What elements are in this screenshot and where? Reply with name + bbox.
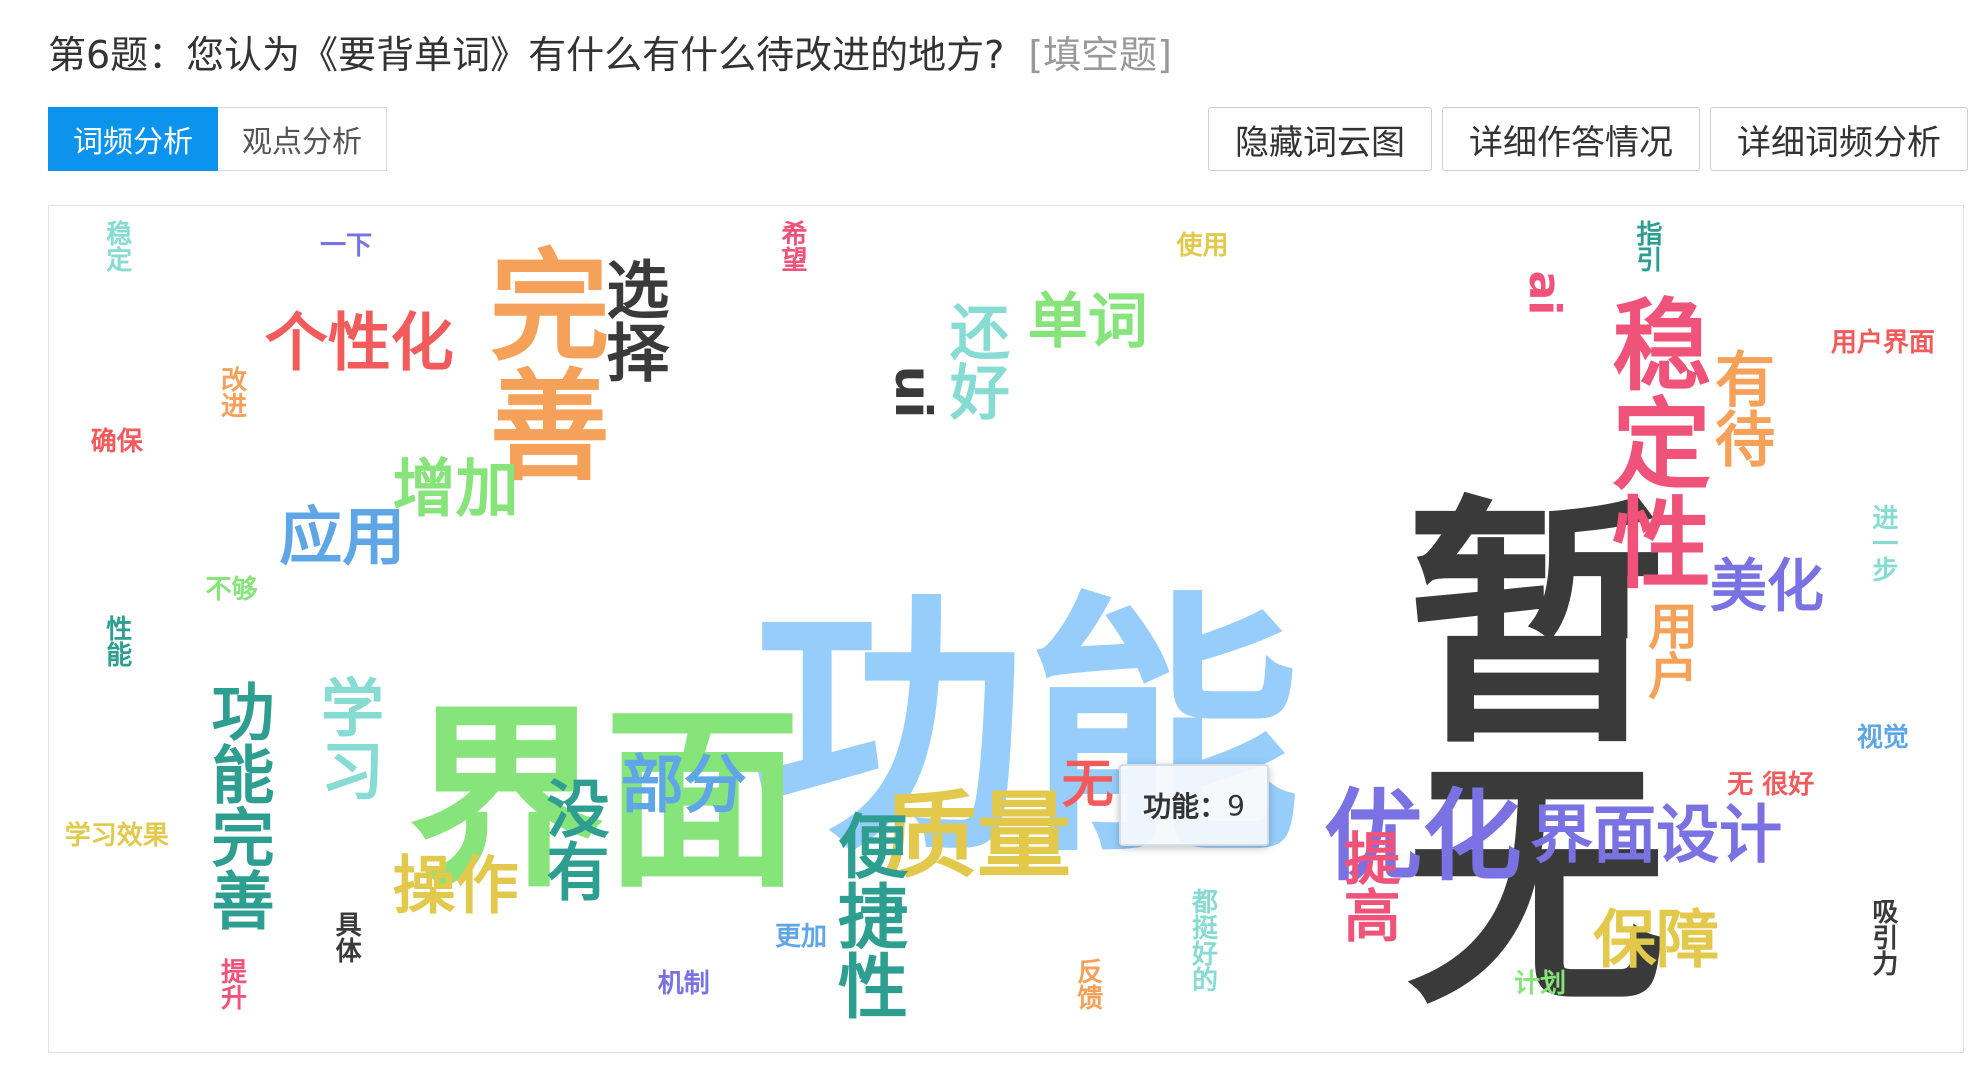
word-cloud-term[interactable]: 用户 [1640, 600, 1698, 700]
word-cloud-term[interactable]: 提高 [1334, 829, 1400, 943]
word-cloud-term[interactable]: 更加 [775, 924, 827, 950]
tooltip-word-label: 功能： [1143, 790, 1228, 823]
word-cloud-term[interactable]: 用户界面 [1831, 330, 1935, 356]
word-cloud-term[interactable]: 界面设计 [1530, 803, 1782, 866]
word-cloud-term[interactable]: 指引 [1632, 220, 1662, 272]
word-cloud-term[interactable]: 部分 [621, 753, 747, 816]
word-cloud-term[interactable]: 还好 [939, 301, 1009, 421]
word-cloud-term[interactable]: 学习 [311, 675, 384, 801]
tooltip-count: 9 [1227, 788, 1245, 822]
question-title: 第6题：您认为《要背单词》有什么有什么待改进的地方? [48, 33, 1005, 77]
word-cloud-term[interactable]: 个性化 [265, 312, 454, 375]
word-cloud-term[interactable]: 确保 [91, 429, 143, 455]
word-cloud-term[interactable]: 都挺好的 [1188, 888, 1218, 992]
word-cloud-term[interactable]: 性能 [102, 615, 132, 667]
word-cloud-term[interactable]: 单词 [1028, 292, 1148, 352]
word-tooltip: 功能： 9 [1119, 764, 1269, 846]
word-cloud-term[interactable]: 操作 [393, 854, 519, 917]
word-cloud-term[interactable]: 无 [1062, 759, 1114, 811]
detailed-frequency-button[interactable]: 详细词频分析 [1710, 107, 1968, 171]
word-cloud-term[interactable]: 应用 [279, 506, 405, 569]
word-cloud-term[interactable]: 完善 [469, 243, 608, 483]
word-cloud-term[interactable]: 不够 [205, 577, 257, 603]
word-cloud-term[interactable]: 学习效果 [65, 823, 169, 849]
word-cloud-term[interactable]: 保障 [1593, 908, 1719, 971]
word-cloud-term[interactable]: 改进 [216, 366, 246, 418]
word-cloud-panel: 功能 暂无 界面 完善 稳定性 优化 质量 便捷性 个性化 选择 单词 还好 有待 界面设计 功能完善 增加应… [48, 205, 1964, 1053]
word-cloud-term[interactable]: 吸引力 [1868, 898, 1898, 976]
word-cloud-term[interactable]: 无 很好 [1727, 772, 1814, 798]
tab-opinion-analysis[interactable]: 观点分析 [218, 107, 387, 171]
word-cloud-term[interactable]: 稳定性 [1595, 293, 1710, 590]
word-cloud-term[interactable]: 美化 [1710, 558, 1824, 615]
word-cloud-term[interactable]: 稳定 [102, 220, 132, 272]
word-cloud-term[interactable]: 反馈 [1073, 958, 1103, 1010]
word-cloud-term[interactable]: 计划 [1514, 971, 1566, 997]
word-cloud-term[interactable]: 一下 [320, 233, 372, 259]
word-cloud-term[interactable]: 有待 [1705, 348, 1775, 468]
detailed-answers-button[interactable]: 详细作答情况 [1442, 107, 1700, 171]
word-cloud-term[interactable]: 具体 [331, 911, 361, 963]
question-type-label: [填空题] [1028, 33, 1173, 77]
word-cloud-term[interactable]: 使用 [1176, 233, 1228, 259]
word-cloud-term[interactable]: 质量 [883, 790, 1071, 884]
tab-word-frequency[interactable]: 词频分析 [48, 107, 218, 171]
word-cloud-term[interactable]: 便捷性 [827, 810, 909, 1020]
hide-word-cloud-button[interactable]: 隐藏词云图 [1208, 107, 1432, 171]
analysis-tabs: 词频分析 观点分析 [48, 107, 387, 171]
question-header: 第6题：您认为《要背单词》有什么有什么待改进的地方? [填空题] [48, 24, 1172, 79]
word-cloud-term[interactable]: ai [1519, 271, 1570, 316]
word-cloud-term[interactable]: 选择 [596, 257, 669, 383]
action-buttons: 隐藏词云图 详细作答情况 详细词频分析 [1208, 107, 1968, 171]
word-cloud-term[interactable]: 进一步 [1868, 504, 1898, 582]
word-cloud-term[interactable]: 功能完善 [201, 679, 274, 931]
word-cloud-term[interactable]: 视觉 [1857, 725, 1909, 751]
word-cloud-term[interactable]: 机制 [658, 971, 710, 997]
word-cloud-term[interactable]: 希望 [777, 220, 807, 272]
word-cloud-term[interactable]: 增加 [393, 457, 519, 520]
word-cloud-term[interactable]: ui [884, 365, 942, 418]
word-cloud-term[interactable]: 提升 [216, 958, 246, 1010]
word-cloud-term[interactable]: 没有 [536, 776, 609, 902]
